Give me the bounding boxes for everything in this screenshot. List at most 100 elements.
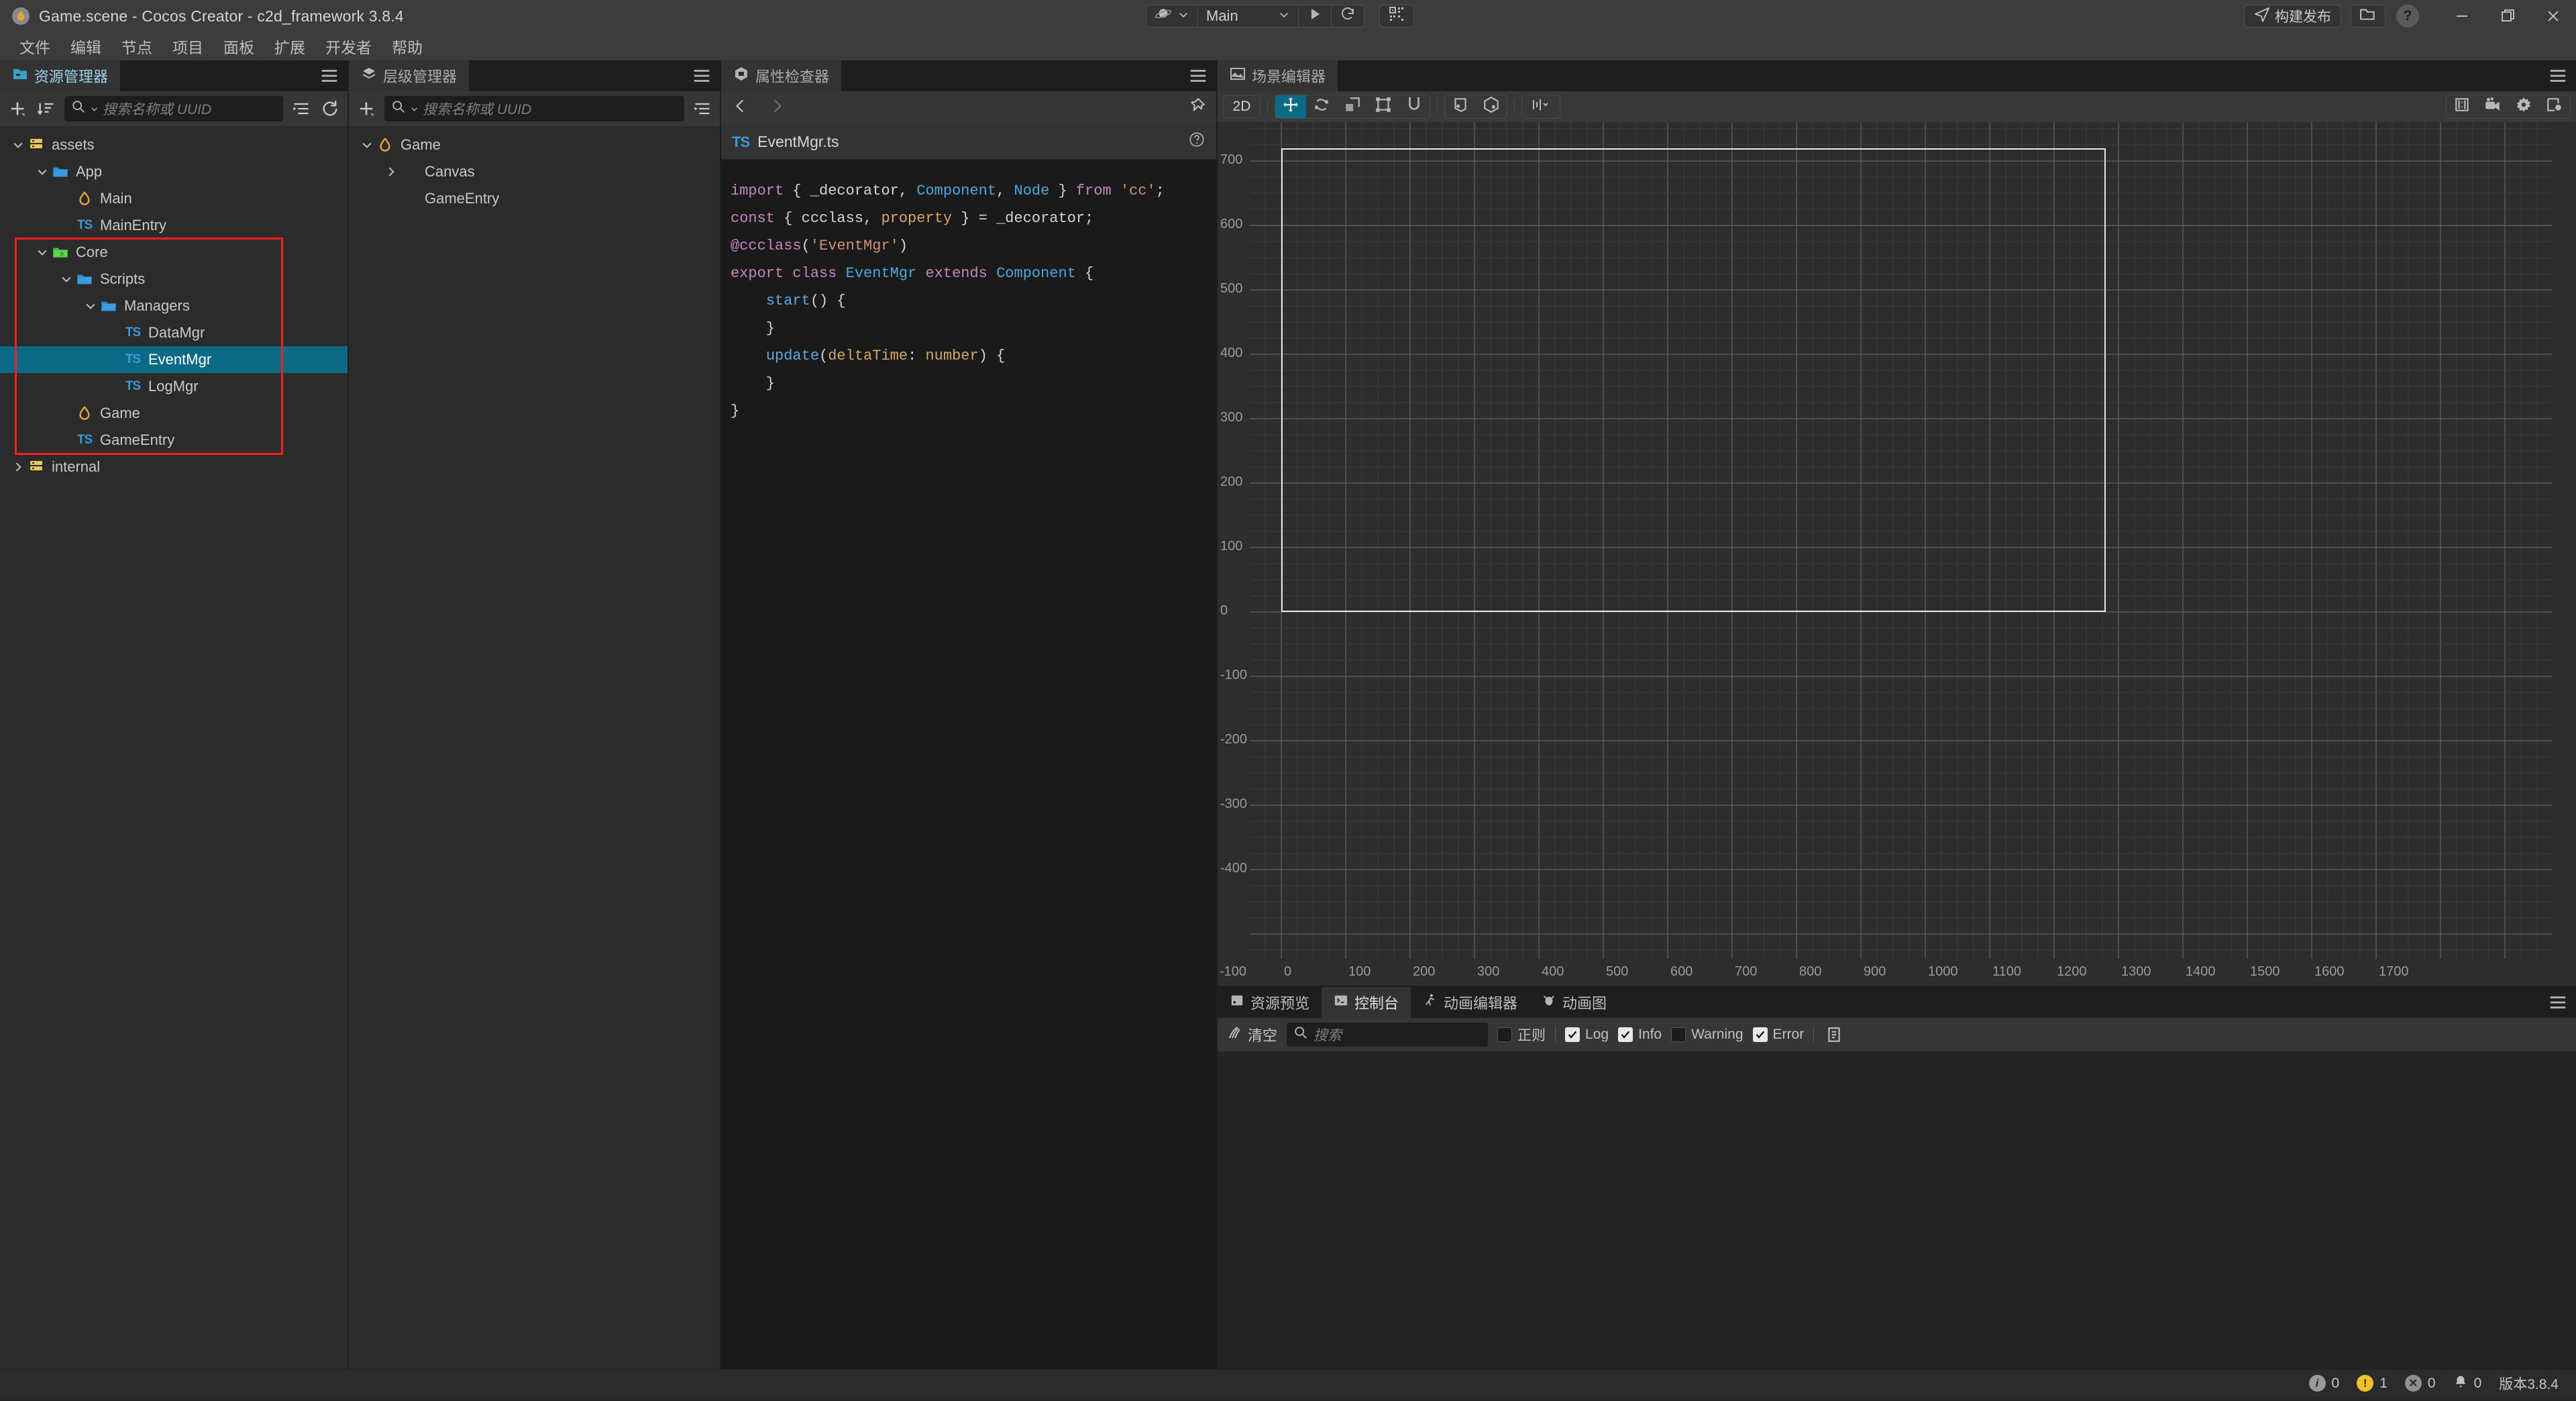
scale-tool-button[interactable] xyxy=(1337,95,1368,118)
console-filter-info[interactable]: Info xyxy=(1618,1027,1662,1043)
console-tab-0[interactable]: 资源预览 xyxy=(1218,987,1322,1018)
tree-item-game[interactable]: Game xyxy=(0,400,347,427)
platform-selector[interactable] xyxy=(1146,5,1198,27)
gizmo-tool-button[interactable] xyxy=(1522,95,1560,118)
tree-item-managers[interactable]: Managers xyxy=(0,293,347,319)
camera-preview-button[interactable] xyxy=(2477,95,2508,118)
console-output[interactable] xyxy=(1218,1051,2576,1369)
rotate-tool-button[interactable] xyxy=(1306,95,1337,118)
twisty-icon[interactable] xyxy=(34,246,51,259)
twisty-icon[interactable] xyxy=(9,138,27,152)
menu-item-4[interactable]: 面板 xyxy=(213,32,264,60)
tree-item-scripts[interactable]: Scripts xyxy=(0,266,347,293)
refresh-assets-button[interactable] xyxy=(319,98,341,119)
export-log-button[interactable] xyxy=(1823,1024,1845,1045)
twisty-icon[interactable] xyxy=(58,272,75,286)
maximize-button[interactable] xyxy=(2485,0,2530,32)
magnet-tool-button[interactable] xyxy=(1399,95,1430,118)
add-node-button[interactable] xyxy=(356,98,377,119)
checkbox-icon[interactable] xyxy=(1671,1027,1686,1042)
error-count[interactable]: ✕ 0 xyxy=(2404,1375,2436,1392)
scene-viewport[interactable]: 700 600 500 400 300 200 100 0 -100 -200 -300 -400 -… xyxy=(1218,122,2576,986)
tree-item-gameentry[interactable]: GameEntry xyxy=(349,185,720,212)
forward-button[interactable] xyxy=(768,97,786,119)
build-publish-button[interactable]: 构建发布 xyxy=(2244,5,2341,28)
assets-search-input[interactable]: 搜索名称或 UUID xyxy=(64,96,283,121)
console-filter-log[interactable]: Log xyxy=(1565,1027,1609,1043)
coord-tool-button[interactable] xyxy=(1476,95,1507,118)
hierarchy-search-input[interactable]: 搜索名称或 UUID xyxy=(384,96,684,121)
minimize-button[interactable] xyxy=(2439,0,2485,32)
checkbox-icon[interactable] xyxy=(1618,1027,1633,1042)
tree-item-canvas[interactable]: Canvas xyxy=(349,158,720,185)
console-filter-正则[interactable]: 正则 xyxy=(1497,1025,1546,1045)
twisty-icon[interactable] xyxy=(9,460,27,474)
tree-item-gameentry[interactable]: TS GameEntry xyxy=(0,427,347,454)
back-button[interactable] xyxy=(732,97,749,119)
toggle-2d-3d-button[interactable]: 2D xyxy=(1223,95,1260,118)
add-asset-button[interactable] xyxy=(7,98,28,119)
ruler-toggle-button[interactable] xyxy=(2447,95,2477,118)
tree-item-app[interactable]: App xyxy=(0,158,347,185)
move-tool-button[interactable] xyxy=(1275,95,1306,118)
checkbox-icon[interactable] xyxy=(1752,1027,1768,1042)
pin-button[interactable] xyxy=(1188,97,1205,119)
assets-tree-body[interactable]: assets App Main TS MainEntry b Core Scripts Mana… xyxy=(0,126,347,1369)
menu-item-7[interactable]: 帮助 xyxy=(382,32,433,60)
tree-item-datamgr[interactable]: TS DataMgr xyxy=(0,319,347,346)
tab-hierarchy[interactable]: 层级管理器 xyxy=(349,60,470,91)
tab-assets[interactable]: 资源管理器 xyxy=(0,60,121,91)
play-button[interactable] xyxy=(1299,5,1332,27)
tree-item-mainentry[interactable]: TS MainEntry xyxy=(0,212,347,239)
tree-item-core[interactable]: b Core xyxy=(0,239,347,266)
console-search-input[interactable]: 搜索 xyxy=(1287,1023,1489,1047)
console-panel-menu-button[interactable] xyxy=(2548,987,2568,1018)
console-tab-3[interactable]: 动画图 xyxy=(1529,987,1619,1018)
console-filter-warning[interactable]: Warning xyxy=(1671,1027,1743,1043)
collapse-all-button[interactable] xyxy=(290,98,312,119)
checkbox-icon[interactable] xyxy=(1497,1027,1513,1042)
clear-console-button[interactable]: 清空 xyxy=(1227,1024,1277,1045)
sort-assets-button[interactable] xyxy=(36,98,57,119)
tree-item-logmgr[interactable]: TS LogMgr xyxy=(0,373,347,400)
console-tab-2[interactable]: 动画编辑器 xyxy=(1411,987,1530,1018)
refresh-button[interactable] xyxy=(1332,5,1364,27)
help-button[interactable]: ? xyxy=(2396,5,2419,28)
menu-item-5[interactable]: 扩展 xyxy=(264,32,315,60)
hierarchy-tree-body[interactable]: Game Canvas GameEntry xyxy=(349,126,720,1369)
scene-settings-button[interactable] xyxy=(2508,95,2539,118)
twisty-icon[interactable] xyxy=(82,299,99,313)
checkbox-icon[interactable] xyxy=(1565,1027,1580,1042)
tree-item-assets[interactable]: assets xyxy=(0,132,347,158)
inspector-panel-menu-button[interactable] xyxy=(1188,60,1208,91)
tree-item-game[interactable]: Game xyxy=(349,132,720,158)
assets-panel-menu-button[interactable] xyxy=(319,60,339,91)
scene-effects-button[interactable] xyxy=(2539,95,2570,118)
menu-item-0[interactable]: 文件 xyxy=(9,32,60,60)
inspector-help-button[interactable] xyxy=(1188,131,1205,153)
scene-selector[interactable]: Main xyxy=(1198,5,1299,27)
menu-item-3[interactable]: 项目 xyxy=(162,32,213,60)
rect-tool-button[interactable] xyxy=(1368,95,1399,118)
vertical-ruler[interactable]: 700 600 500 400 300 200 100 0 -100 -200 -300 -400 xyxy=(1218,122,1250,986)
twisty-icon[interactable] xyxy=(34,165,51,178)
twisty-icon[interactable] xyxy=(382,165,400,178)
code-viewer[interactable]: import { _decorator, Component, Node } f… xyxy=(721,160,1216,1369)
tree-item-internal[interactable]: internal xyxy=(0,454,347,480)
hierarchy-collapse-button[interactable] xyxy=(692,98,713,119)
close-button[interactable] xyxy=(2530,0,2576,32)
console-filter-error[interactable]: Error xyxy=(1752,1027,1804,1043)
menu-item-1[interactable]: 编辑 xyxy=(60,32,111,60)
horizontal-ruler[interactable]: -300-200-1000100200300400500600700800900… xyxy=(1218,959,2576,986)
scene-panel-menu-button[interactable] xyxy=(2548,60,2568,91)
open-folder-button[interactable] xyxy=(2351,5,2385,28)
twisty-icon[interactable] xyxy=(358,138,376,152)
pivot-tool-button[interactable] xyxy=(1445,95,1476,118)
tree-item-main[interactable]: Main xyxy=(0,185,347,212)
warning-count[interactable]: ! 1 xyxy=(2357,1375,2387,1392)
menu-item-6[interactable]: 开发者 xyxy=(315,32,382,60)
console-tab-1[interactable]: 控制台 xyxy=(1322,987,1411,1018)
hierarchy-panel-menu-button[interactable] xyxy=(692,60,712,91)
menu-item-2[interactable]: 节点 xyxy=(111,32,162,60)
tab-inspector[interactable]: 属性检查器 xyxy=(721,60,842,91)
